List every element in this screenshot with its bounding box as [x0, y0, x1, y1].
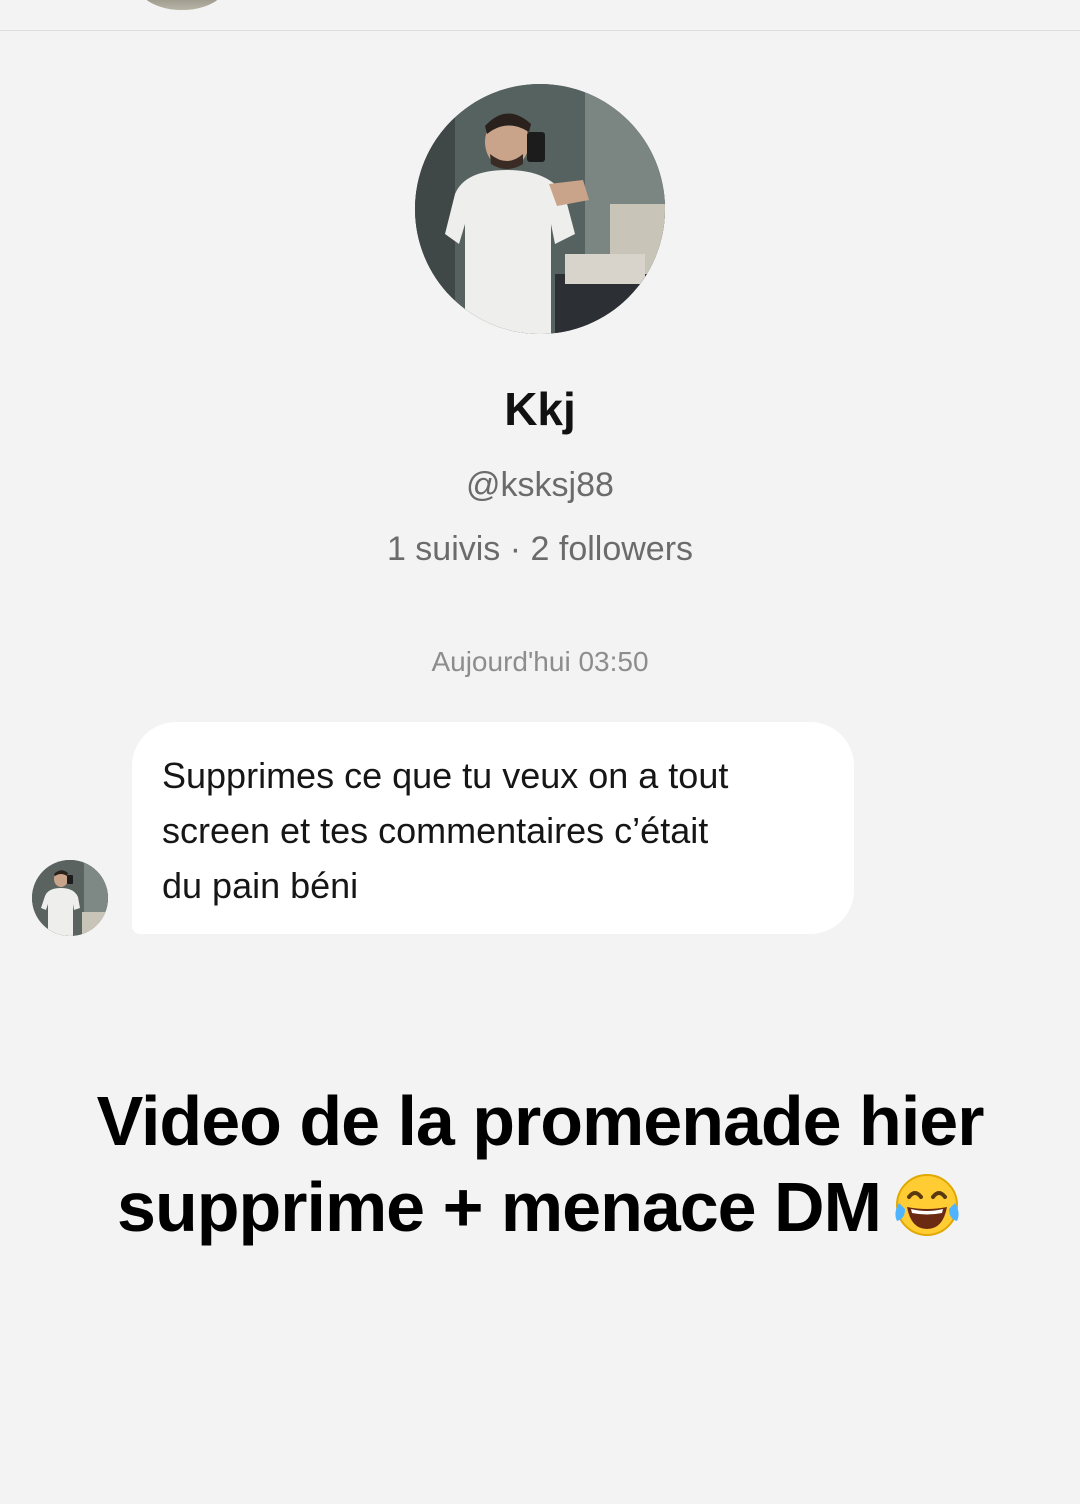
- profile-photo-icon: [415, 84, 665, 334]
- caption-line-1: Video de la promenade hier: [96, 1082, 985, 1160]
- caption-line-2: supprime + menace DM: [0, 1164, 1080, 1256]
- message-bubble[interactable]: Supprimes ce que tu veux on a tout scree…: [132, 722, 854, 934]
- message-text-line: du pain béni: [162, 865, 359, 906]
- face-with-tears-of-joy-icon: [891, 1170, 963, 1256]
- profile-name: Kkj: [504, 383, 576, 435]
- overlay-caption: Video de la promenade hier supprime + me…: [0, 1078, 1080, 1256]
- header-bar: [0, 0, 1080, 31]
- sender-photo-icon: [32, 860, 108, 936]
- message-text-line: Supprimes ce que tu veux on a tout: [162, 755, 729, 796]
- message-timestamp: Aujourd'hui 03:50: [431, 646, 649, 677]
- sender-avatar[interactable]: [32, 860, 108, 936]
- message-text-line: screen et tes commentaires c’était: [162, 810, 709, 851]
- profile-stats[interactable]: 1 suivis · 2 followers: [0, 530, 1080, 569]
- profile-avatar[interactable]: [415, 84, 665, 334]
- header-avatar[interactable]: [140, 0, 224, 10]
- profile-handle: @ksksj88: [466, 466, 614, 504]
- caption-line-2-text: supprime + menace DM: [117, 1168, 882, 1246]
